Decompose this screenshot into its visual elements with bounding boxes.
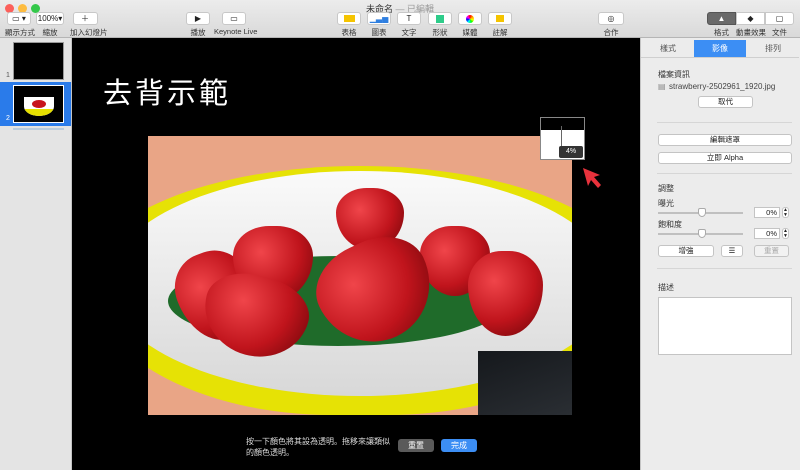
shape-icon xyxy=(428,12,452,25)
zoom-button[interactable]: 100% ▾ 縮放 xyxy=(35,12,65,38)
toolbar: 未命名 — 已編輯 ▭ ▾ 顯示方式 100% ▾ 縮放 ＋加入幻燈片 ▶ 播放 ▭ Ke… xyxy=(0,0,800,38)
slide-number: 2 xyxy=(6,115,10,122)
instant-alpha-button[interactable]: 立即 Alpha xyxy=(658,152,792,164)
file-info-heading: 檔案資訊 xyxy=(658,70,690,79)
replace-button[interactable]: 取代 xyxy=(698,96,753,108)
media-icon xyxy=(458,12,482,25)
document-button[interactable]: ▢ 文件 xyxy=(765,12,794,38)
table-label: 表格 xyxy=(341,28,357,37)
description-field[interactable] xyxy=(658,297,792,355)
saturation-field[interactable]: 0% xyxy=(754,228,780,239)
red-arrow-icon xyxy=(583,168,601,188)
exposure-field[interactable]: 0% xyxy=(754,207,780,218)
play-label: 播放 xyxy=(190,28,206,37)
filename: strawberry-2502961_1920.jpg xyxy=(669,82,776,91)
slide-title[interactable]: 去背示範 xyxy=(103,70,231,112)
keynote-live-button[interactable]: ▭ Keynote Live xyxy=(214,12,258,36)
reset-button[interactable]: 重置 xyxy=(398,439,434,452)
slide-number: 1 xyxy=(6,72,10,79)
collaborate-button[interactable]: ◎ 合作 xyxy=(598,12,624,38)
view-button[interactable]: ▭ ▾ 顯示方式 xyxy=(5,12,35,38)
play-icon: ▶ xyxy=(186,12,210,25)
image-dark-corner xyxy=(478,351,572,415)
adjust-levels-icon[interactable]: ☰ xyxy=(721,245,743,257)
animate-button[interactable]: ◆ 動畫效果 xyxy=(736,12,766,38)
chart-label: 圖表 xyxy=(371,28,387,37)
add-slide-label: 加入幻燈片 xyxy=(70,28,108,37)
shape-label: 形狀 xyxy=(432,28,448,37)
document-icon: ▢ xyxy=(765,12,794,25)
view-label: 顯示方式 xyxy=(5,28,35,37)
edit-mask-button[interactable]: 編輯遮罩 xyxy=(658,134,792,146)
adjust-heading: 調整 xyxy=(658,184,674,193)
document-label: 文件 xyxy=(772,28,787,37)
collaborate-icon: ◎ xyxy=(598,12,624,25)
plus-icon: ＋ xyxy=(72,12,98,25)
reset-adjustments-button: 重置 xyxy=(754,245,789,257)
media-label: 媒體 xyxy=(462,28,478,37)
text-label: 文字 xyxy=(401,28,417,37)
done-button[interactable]: 完成 xyxy=(441,439,477,452)
comment-label: 註解 xyxy=(492,28,508,37)
table-icon xyxy=(337,12,361,25)
description-heading: 描述 xyxy=(658,283,674,292)
slide-thumbnail-1[interactable] xyxy=(13,42,64,80)
saturation-stepper[interactable]: ▲ ▼ xyxy=(782,228,789,239)
chart-button[interactable]: ▁▃▅ 圖表 xyxy=(367,12,391,38)
loupe-preview xyxy=(541,118,584,130)
keynote-live-icon: ▭ xyxy=(222,12,246,25)
strawberry-image[interactable] xyxy=(148,136,572,415)
media-button[interactable]: 媒體 xyxy=(458,12,482,38)
format-inspector: 樣式 影像 排列 檔案資訊 ▤ strawberry-2502961_1920.… xyxy=(640,38,800,470)
instant-alpha-loupe: 4% xyxy=(540,117,585,160)
text-button[interactable]: T 文字 xyxy=(397,12,421,38)
collaborate-label: 合作 xyxy=(603,28,619,37)
exposure-stepper[interactable]: ▲ ▼ xyxy=(782,207,789,218)
play-button[interactable]: ▶ 播放 xyxy=(185,12,211,38)
slide-navigator: 1 2 xyxy=(0,38,72,470)
zoom-value: 100% xyxy=(37,14,59,23)
exposure-label: 曝光 xyxy=(658,199,674,208)
saturation-slider[interactable] xyxy=(658,229,743,238)
thumbnail-image xyxy=(24,97,54,116)
tab-arrange[interactable]: 排列 xyxy=(747,40,799,57)
tab-image[interactable]: 影像 xyxy=(694,40,746,57)
slide-thumbnail-2[interactable] xyxy=(13,85,64,123)
chart-icon: ▁▃▅ xyxy=(367,12,391,25)
table-button[interactable]: 表格 xyxy=(337,12,361,38)
instant-alpha-hint: 按一下顏色將其設為透明。拖移來讓類似的顏色透明。 xyxy=(246,437,390,457)
animate-icon: ◆ xyxy=(736,12,765,25)
text-icon: T xyxy=(397,12,421,25)
format-button[interactable]: ▲ 格式 xyxy=(707,12,736,38)
comment-icon xyxy=(488,12,512,25)
sidebar-icon: ▭ ▾ xyxy=(7,12,31,25)
format-brush-icon: ▲ xyxy=(707,12,736,25)
saturation-label: 飽和度 xyxy=(658,220,682,229)
comment-button[interactable]: 註解 xyxy=(488,12,512,38)
loupe-percentage: 4% xyxy=(559,146,583,158)
format-label: 格式 xyxy=(714,28,729,37)
animate-label: 動畫效果 xyxy=(736,28,766,37)
shape-button[interactable]: 形狀 xyxy=(428,12,452,38)
exposure-slider[interactable] xyxy=(658,208,743,217)
drop-indicator xyxy=(13,128,64,130)
tab-style[interactable]: 樣式 xyxy=(642,40,694,57)
keynote-live-label: Keynote Live xyxy=(214,27,258,36)
add-slide-button[interactable]: ＋ 加入幻燈片 xyxy=(70,12,108,38)
zoom-label: 縮放 xyxy=(42,28,58,37)
file-icon: ▤ xyxy=(658,82,666,91)
enhance-button[interactable]: 增強 xyxy=(658,245,714,257)
